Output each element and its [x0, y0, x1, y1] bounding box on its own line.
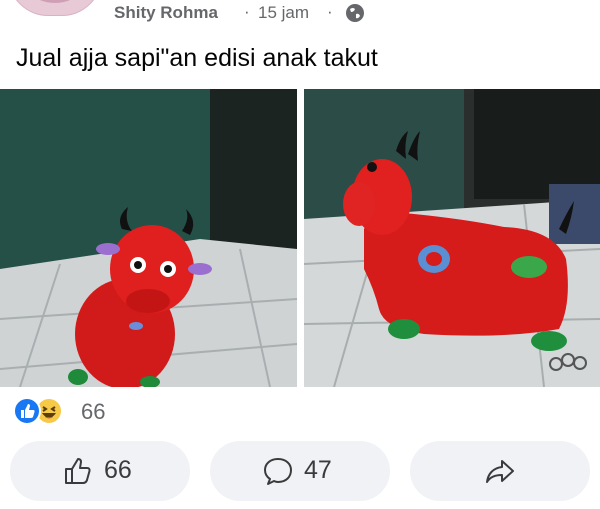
post-header: Shity Rohma · 15 jam · [0, 0, 600, 30]
post-caption: Jual ajja sapi"an edisi anak takut [16, 44, 378, 72]
author-name[interactable]: Shity Rohma [114, 3, 218, 23]
share-arrow-icon [486, 460, 514, 483]
avatar-image [33, 0, 77, 3]
share-button[interactable] [410, 441, 590, 501]
like-icon [13, 397, 41, 425]
globe-icon [346, 4, 364, 22]
avatar[interactable] [8, 0, 102, 16]
post-photo-side[interactable] [304, 89, 600, 387]
comment-icon [264, 458, 292, 485]
comment-button[interactable]: 47 [210, 441, 390, 501]
like-button[interactable]: 66 [10, 441, 190, 501]
comment-count: 47 [304, 456, 332, 484]
post-time[interactable]: 15 jam [258, 3, 309, 23]
post-photo-front[interactable] [0, 89, 297, 387]
thumbs-up-icon [65, 458, 91, 484]
like-count: 66 [104, 456, 132, 484]
reaction-count: 66 [81, 399, 106, 424]
meta-separator: · [244, 2, 250, 21]
meta-separator: · [327, 2, 333, 21]
